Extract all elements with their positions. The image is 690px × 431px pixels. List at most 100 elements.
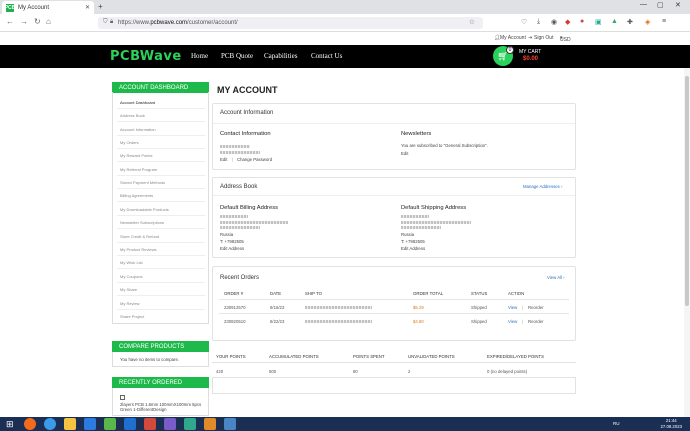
reorder-link[interactable]: Reorder <box>528 305 544 310</box>
sidebar-item-wish-list[interactable]: My Wish List <box>120 260 143 265</box>
windows-start-icon[interactable]: ⊞ <box>6 419 14 430</box>
menu-icon[interactable]: ≡ <box>662 18 666 25</box>
edit-contact-link[interactable]: Edit <box>220 157 227 162</box>
pocket-icon[interactable]: ♡ <box>521 18 527 26</box>
shipping-edit-address-link[interactable]: Edit Address <box>401 246 425 251</box>
extension-icon[interactable]: ◆ <box>565 18 570 26</box>
my-account-link[interactable]: My Account <box>500 35 526 41</box>
extensions-puzzle-icon[interactable]: ✚ <box>627 18 633 26</box>
edit-newsletters-link[interactable]: Edit <box>401 151 408 156</box>
sidebar-item-downloadable[interactable]: My Downloadable Products <box>120 207 169 212</box>
bookmark-star-icon[interactable]: ☆ <box>469 18 475 26</box>
points-spent-value: 80 <box>353 369 358 374</box>
os-taskbar: ⊞ RU 21:44 27.09.2023 <box>0 417 690 431</box>
sidebar-item-share[interactable]: My Share <box>120 287 137 292</box>
default-billing-title: Default Billing Address <box>220 205 278 211</box>
minimize-window-icon[interactable]: — <box>640 1 647 8</box>
scrollbar-thumb[interactable] <box>685 76 689 306</box>
sidebar-item-reward-points[interactable]: My Reward Points <box>120 153 152 158</box>
new-tab-icon[interactable]: + <box>98 2 103 11</box>
recent-item-name[interactable]: 2layers PCB 1.6mm 100mmX100mm 5pcs Green… <box>120 402 206 412</box>
redacted-line <box>401 221 471 224</box>
back-icon[interactable]: ← <box>6 17 14 26</box>
change-password-link[interactable]: Change Password <box>237 157 272 162</box>
billing-phone: T: +7982505 <box>220 239 244 244</box>
tab-title: My Account <box>18 4 50 11</box>
app-icon[interactable] <box>124 418 136 430</box>
lock-icon: 🔒︎ <box>110 19 114 25</box>
divider <box>212 362 576 363</box>
billing-edit-address-link[interactable]: Edit Address <box>220 246 244 251</box>
order-status: Shipped <box>471 319 487 324</box>
sign-out-link[interactable]: Sign Out <box>534 35 553 41</box>
column-header-status: STATUS <box>471 291 488 296</box>
order-status: Shipped <box>471 305 487 310</box>
sidebar-item-review[interactable]: My Review <box>120 301 140 306</box>
app-icon[interactable] <box>144 418 156 430</box>
maximize-window-icon[interactable]: ▢ <box>657 1 664 9</box>
page-scrollbar[interactable] <box>684 68 690 417</box>
column-header-ship-to: SHIP TO <box>305 291 322 296</box>
forward-icon[interactable]: → <box>20 17 28 26</box>
recent-item-checkbox[interactable] <box>120 395 125 400</box>
divider <box>212 377 576 378</box>
extension-icon[interactable]: ◈ <box>645 18 650 26</box>
reload-icon[interactable]: ↻ <box>34 17 41 26</box>
nav-contact-us[interactable]: Contact Us <box>311 52 342 60</box>
firefox-icon[interactable] <box>24 418 36 430</box>
column-header-order: ORDER # <box>224 291 244 296</box>
nav-home[interactable]: Home <box>191 52 208 60</box>
reorder-link[interactable]: Reorder <box>528 319 544 324</box>
account-icon[interactable]: ◉ <box>551 18 557 26</box>
app-icon[interactable] <box>84 418 96 430</box>
manage-addresses-link[interactable]: Manage Addresses › <box>523 184 562 189</box>
currency-select[interactable]: USD ▾ <box>560 35 571 43</box>
browser-tab[interactable]: PCB My Account ✕ <box>2 1 94 14</box>
nav-capabilities[interactable]: Capabilities <box>264 52 297 60</box>
close-tab-icon[interactable]: ✕ <box>85 4 90 11</box>
column-header-date: DATE <box>270 291 282 296</box>
nav-pcb-quote[interactable]: PCB Quote <box>221 52 253 60</box>
app-icon[interactable] <box>184 418 196 430</box>
sidebar-item-billing-agreements[interactable]: Billing Agreements <box>120 193 153 198</box>
sidebar-item-referral-program[interactable]: My Referral Program <box>120 167 157 172</box>
sidebar-item-coupons[interactable]: My Coupons <box>120 274 142 279</box>
home-icon[interactable]: ⌂ <box>46 17 51 26</box>
redacted-email <box>220 151 260 154</box>
recently-ordered-heading: RECENTLY ORDERED <box>112 377 209 388</box>
file-explorer-icon[interactable] <box>64 418 76 430</box>
divider <box>213 123 575 124</box>
sidebar-item-store-credit[interactable]: Store Credit & Refund <box>120 234 159 239</box>
redacted-line <box>220 215 248 218</box>
sidebar-item-my-orders[interactable]: My Orders <box>120 140 139 145</box>
system-clock[interactable]: 21:44 27.09.2023 <box>660 418 682 430</box>
sidebar-item-product-reviews[interactable]: My Product Reviews <box>120 247 156 252</box>
sidebar-item-stored-payment[interactable]: Stored Payment Methods <box>120 180 165 185</box>
points-spent-header: POINTS SPENT <box>353 354 385 359</box>
redacted-line <box>401 226 441 229</box>
chrome-icon[interactable] <box>44 418 56 430</box>
sidebar-item-account-information[interactable]: Account Information <box>120 127 156 132</box>
app-icon[interactable] <box>104 418 116 430</box>
contact-information-title: Contact Information <box>220 131 271 137</box>
app-icon[interactable] <box>224 418 236 430</box>
close-window-icon[interactable]: ✕ <box>675 1 681 9</box>
app-icon[interactable] <box>164 418 176 430</box>
sidebar-item-address-book[interactable]: Address Book <box>120 113 145 118</box>
sidebar-item-account-dashboard[interactable]: Account Dashboard <box>120 100 155 105</box>
address-bar[interactable]: ⛉ 🔒︎ https://www. pcbwave.com/customer/ac… <box>98 17 483 29</box>
downloads-icon[interactable]: ⤓ <box>537 18 540 26</box>
extension-icon[interactable]: ▲ <box>611 18 618 25</box>
view-order-link[interactable]: View <box>508 305 517 310</box>
sidebar-item-share-project[interactable]: Share Project <box>120 314 144 319</box>
app-icon[interactable] <box>204 418 216 430</box>
account-sidebar: Account Dashboard Address Book Account I… <box>112 92 209 324</box>
extension-icon[interactable]: ● <box>580 18 584 25</box>
view-order-link[interactable]: View <box>508 319 517 324</box>
extension-icon[interactable]: ▣ <box>595 18 602 26</box>
cart-label[interactable]: MY CART <box>519 49 541 55</box>
sidebar-item-newsletter[interactable]: Newsletter Subscriptions <box>120 220 164 225</box>
view-all-orders-link[interactable]: View All › <box>547 275 565 280</box>
site-logo[interactable]: PCBWave <box>110 49 182 64</box>
keyboard-language[interactable]: RU <box>613 421 620 426</box>
